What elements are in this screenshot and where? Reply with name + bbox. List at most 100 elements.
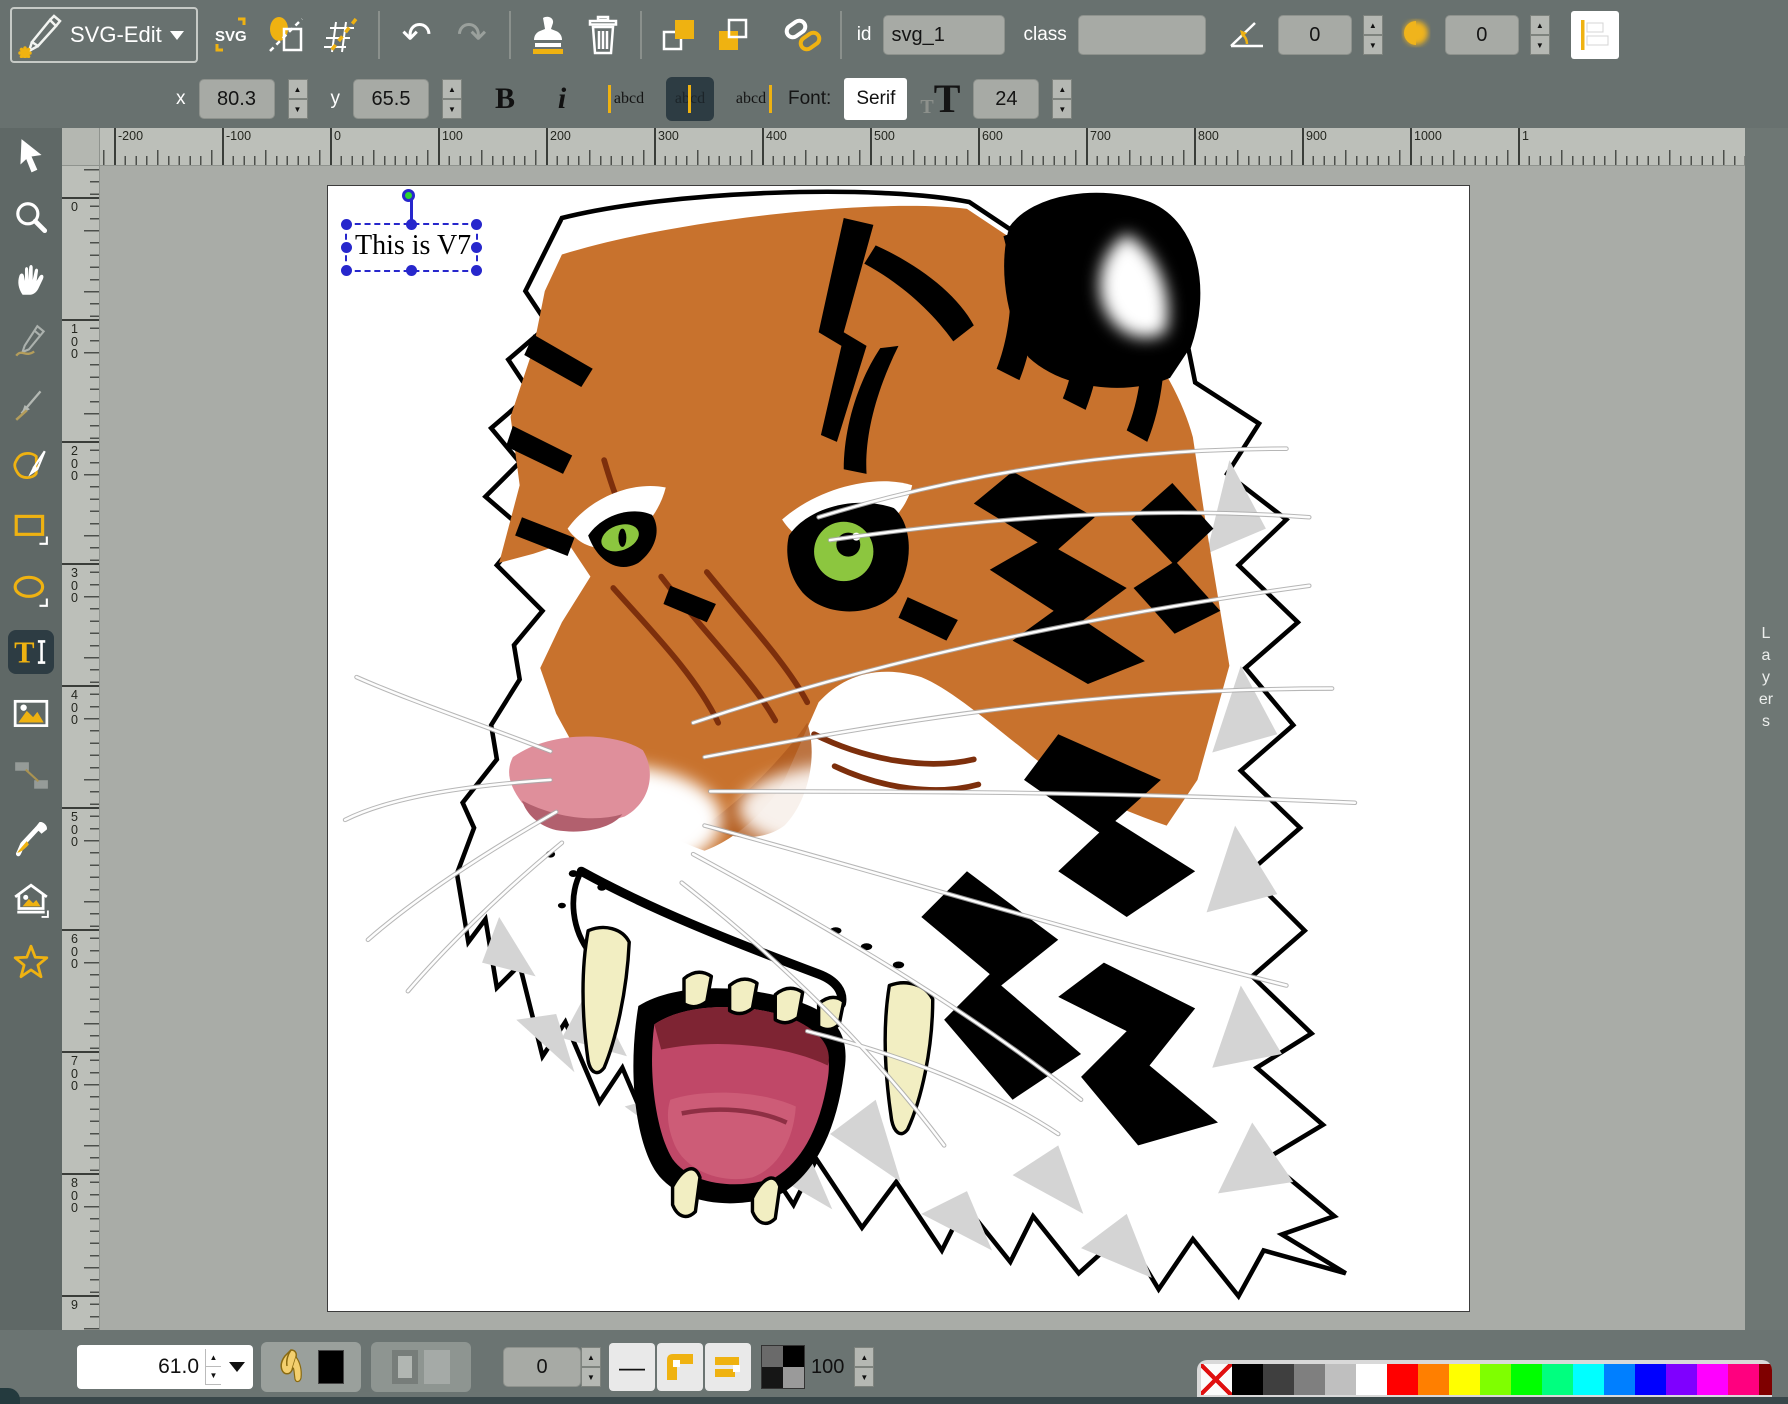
tool-rect[interactable] — [8, 506, 54, 550]
tools-sidebar: T — [0, 128, 62, 1330]
bold-button[interactable]: B — [483, 75, 527, 123]
linecap-button[interactable] — [705, 1343, 751, 1391]
palette-swatch-3f3f3f[interactable] — [1263, 1364, 1294, 1395]
palette-swatch-none[interactable] — [1201, 1364, 1232, 1395]
svg-canvas[interactable]: This is V7 — [327, 185, 1470, 1312]
linejoin-button[interactable] — [657, 1343, 703, 1391]
rectangle-icon — [12, 509, 50, 547]
clone-button[interactable] — [526, 11, 570, 59]
ruler-label: 500 — [69, 811, 80, 849]
shape-library-icon — [12, 881, 50, 919]
y-spinner[interactable]: ▲▼ — [442, 79, 462, 119]
move-to-bottom-button[interactable] — [712, 11, 756, 59]
stroke-width-spinner[interactable]: ▲▼ — [581, 1347, 601, 1387]
tool-shape-library[interactable] — [8, 878, 54, 922]
y-coordinate-input[interactable] — [353, 79, 429, 119]
palette-swatch-7f7f7f[interactable] — [1294, 1364, 1325, 1395]
text-anchor-middle-button[interactable]: abcd — [666, 77, 714, 121]
magnifier-icon — [12, 199, 50, 237]
tool-text[interactable]: T — [8, 630, 54, 674]
angle-spinner[interactable]: ▲▼ — [1363, 15, 1383, 55]
element-id-input[interactable] — [883, 15, 1005, 55]
delete-button[interactable] — [581, 11, 625, 59]
tool-eyedropper[interactable] — [8, 816, 54, 860]
document-properties-button[interactable] — [264, 11, 308, 59]
element-class-input[interactable] — [1078, 15, 1206, 55]
palette-swatch-bfbfbf[interactable] — [1325, 1364, 1356, 1395]
ruler-major-tick — [1194, 128, 1196, 165]
ruler-label: 1000 — [1414, 129, 1442, 143]
text-anchor-start-button[interactable]: abcd — [605, 77, 653, 121]
move-to-top-icon — [659, 15, 699, 55]
bold-icon: B — [495, 82, 515, 116]
svg-source-button[interactable]: SVG — [209, 11, 253, 59]
resize-handle-w[interactable] — [341, 242, 352, 253]
main-menu-button[interactable]: SVG-Edit — [10, 7, 198, 63]
opacity-spinner[interactable]: ▲▼ — [854, 1347, 874, 1387]
workspace[interactable]: This is V7 — [100, 166, 1745, 1330]
make-link-button[interactable] — [781, 11, 825, 59]
rotation-angle-input[interactable] — [1278, 15, 1352, 55]
font-size-input[interactable] — [973, 79, 1039, 119]
palette-swatch-ffffff[interactable] — [1356, 1364, 1387, 1395]
ruler-label: -200 — [118, 129, 143, 143]
tool-star[interactable] — [8, 940, 54, 984]
tool-zoom[interactable] — [8, 196, 54, 240]
resize-handle-s[interactable] — [406, 265, 417, 276]
palette-swatch-00ffff[interactable] — [1573, 1364, 1604, 1395]
fill-color-button[interactable] — [261, 1342, 361, 1392]
palette-swatch-00ff00[interactable] — [1511, 1364, 1542, 1395]
zoom-control[interactable]: 61.0 ▲▼ — [77, 1345, 253, 1389]
font-size-spinner[interactable]: ▲▼ — [1052, 79, 1072, 119]
editor-preferences-button[interactable] — [319, 11, 363, 59]
stroke-dash-button[interactable]: — — [609, 1343, 655, 1391]
resize-handle-n[interactable] — [406, 219, 417, 230]
palette-swatch-7f0000[interactable] — [1759, 1364, 1772, 1395]
zoom-dropdown-caret-icon[interactable] — [229, 1362, 245, 1372]
ruler-label: 0 — [69, 201, 80, 214]
palette-swatch-0000ff[interactable] — [1635, 1364, 1666, 1395]
font-family-button[interactable]: Serif — [844, 78, 907, 120]
stroke-width-input[interactable] — [503, 1347, 581, 1387]
star-icon — [12, 943, 50, 981]
layers-panel-toggle[interactable]: Layers — [1745, 128, 1788, 1330]
redo-button[interactable]: ↷ — [450, 11, 494, 59]
ruler-major-tick — [62, 929, 99, 931]
ruler-label: 800 — [1198, 129, 1219, 143]
ruler-major-tick — [978, 128, 980, 165]
tool-ellipse[interactable] — [8, 568, 54, 612]
palette-swatch-7f00ff[interactable] — [1666, 1364, 1697, 1395]
x-spinner[interactable]: ▲▼ — [288, 79, 308, 119]
x-coordinate-input[interactable] — [199, 79, 275, 119]
palette-swatch-ff007f[interactable] — [1728, 1364, 1759, 1395]
resize-handle-ne[interactable] — [471, 219, 482, 230]
blur-spinner[interactable]: ▲▼ — [1530, 15, 1550, 55]
tool-image[interactable] — [8, 692, 54, 736]
tool-pan[interactable] — [8, 258, 54, 302]
ellipse-icon — [12, 571, 50, 609]
blur-input[interactable] — [1445, 15, 1519, 55]
resize-handle-sw[interactable] — [341, 265, 352, 276]
palette-swatch-00ff7f[interactable] — [1542, 1364, 1573, 1395]
palette-swatch-7fff00[interactable] — [1480, 1364, 1511, 1395]
stroke-color-button[interactable] — [371, 1342, 471, 1392]
tiger-artwork[interactable] — [328, 186, 1469, 1311]
palette-swatch-ff0000[interactable] — [1387, 1364, 1418, 1395]
palette-swatch-ffff00[interactable] — [1449, 1364, 1480, 1395]
resize-handle-se[interactable] — [471, 265, 482, 276]
italic-button[interactable]: i — [540, 75, 584, 123]
text-anchor-end-button[interactable]: abcd — [727, 77, 775, 121]
palette-swatch-ff7f00[interactable] — [1418, 1364, 1449, 1395]
align-button[interactable] — [1571, 11, 1619, 59]
palette-swatch-000000[interactable] — [1232, 1364, 1263, 1395]
resize-handle-e[interactable] — [471, 242, 482, 253]
tool-path[interactable] — [8, 444, 54, 488]
zoom-spinner[interactable]: ▲▼ — [205, 1349, 221, 1385]
palette-swatch-ff00ff[interactable] — [1697, 1364, 1728, 1395]
rotation-handle[interactable] — [402, 189, 415, 202]
tool-select[interactable] — [8, 134, 54, 178]
move-to-top-button[interactable] — [657, 11, 701, 59]
palette-swatch-007fff[interactable] — [1604, 1364, 1635, 1395]
resize-handle-nw[interactable] — [341, 219, 352, 230]
undo-button[interactable]: ↶ — [395, 11, 439, 59]
